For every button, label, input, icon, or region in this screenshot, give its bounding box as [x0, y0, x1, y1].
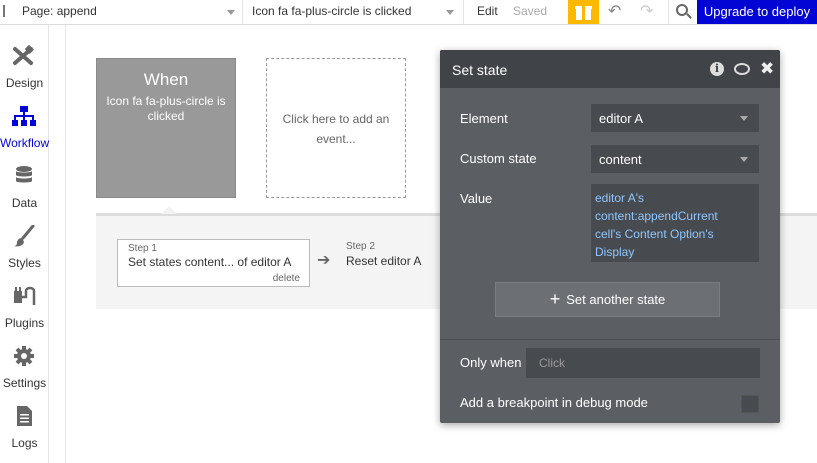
step-number: Step 1	[128, 243, 157, 254]
only-when-input[interactable]: Click	[526, 348, 760, 378]
sidebar-item-data[interactable]: Data	[0, 153, 49, 213]
arrow-right-icon: ➔	[317, 252, 331, 269]
page-selector[interactable]: Page: append	[0, 0, 243, 24]
breakpoint-label: Add a breakpoint in debug mode	[460, 395, 648, 410]
event-card[interactable]: When Icon fa fa-plus-circle is clicked	[96, 58, 236, 198]
sidebar-item-workflow[interactable]: Workflow	[0, 93, 49, 153]
sidebar-item-label: Plugins	[4, 316, 45, 330]
only-when-placeholder: Click	[539, 356, 565, 370]
value-expression-line: cell's Content Option's	[595, 227, 714, 241]
custom-state-dropdown[interactable]: content	[591, 145, 759, 173]
chevron-down-icon	[227, 10, 235, 15]
value-expression-line: content:appendCurrent	[595, 209, 718, 223]
chevron-down-icon	[740, 116, 748, 121]
logs-icon	[17, 406, 32, 426]
sidebar-item-label: Design	[5, 76, 44, 90]
undo-icon[interactable]: ↶	[608, 4, 624, 20]
page-list-icon	[3, 5, 13, 17]
chevron-down-icon	[446, 10, 454, 15]
search-icon-handle	[686, 13, 692, 19]
element-dropdown-value: editor A	[599, 111, 644, 126]
panel-title: Set state	[452, 62, 508, 78]
value-expression-field[interactable]: editor A's content:appendCurrent cell's …	[591, 184, 759, 262]
search-button[interactable]	[668, 0, 697, 24]
panel-header: Set state i ✖	[440, 50, 780, 88]
sidebar-item-logs[interactable]: Logs	[0, 393, 49, 453]
sidebar-item-label: Workflow	[0, 136, 50, 150]
custom-state-label: Custom state	[460, 151, 537, 166]
page-selector-label: Page: append	[22, 4, 97, 18]
step-number: Step 2	[346, 241, 375, 252]
info-icon[interactable]: i	[710, 62, 724, 76]
edit-menu[interactable]: Edit	[477, 4, 498, 18]
event-card-description: Icon fa fa-plus-circle is clicked	[106, 94, 226, 123]
step-title: Set states content... of editor A	[128, 255, 292, 269]
design-icon	[13, 45, 34, 65]
event-selector[interactable]: Icon fa fa-plus-circle is clicked	[243, 0, 464, 24]
redo-icon[interactable]: ↷	[640, 4, 656, 20]
value-label: Value	[460, 191, 493, 206]
left-sidebar: Design Workflow Data Styles Plugins Sett…	[0, 25, 49, 463]
set-state-panel: Set state i ✖ Element editor A Custom st…	[440, 50, 780, 423]
event-selector-label: Icon fa fa-plus-circle is clicked	[252, 4, 412, 18]
step-title: Reset editor A	[346, 254, 422, 268]
sidebar-item-label: Logs	[11, 436, 38, 450]
data-icon	[16, 166, 32, 183]
sidebar-item-label: Styles	[8, 256, 41, 270]
sidebar-item-settings[interactable]: Settings	[0, 333, 49, 393]
value-expression-line: Display	[595, 245, 635, 259]
styles-icon	[14, 225, 35, 247]
upgrade-button[interactable]: Upgrade to deploy	[697, 0, 817, 24]
sidebar-item-styles[interactable]: Styles	[0, 213, 49, 273]
plus-icon: +	[549, 289, 561, 309]
breakpoint-checkbox[interactable]	[741, 395, 759, 413]
chevron-down-icon	[740, 157, 748, 162]
custom-state-dropdown-value: content	[599, 152, 642, 167]
event-pointer	[161, 206, 177, 214]
sidebar-item-design[interactable]: Design	[0, 33, 49, 93]
add-event-placeholder[interactable]: Click here to add an event...	[266, 58, 406, 198]
panel-divider	[440, 339, 780, 340]
step-delete-link[interactable]: delete	[273, 273, 300, 284]
save-status: Saved	[513, 4, 548, 18]
step-card-2[interactable]: Step 2 Reset editor A	[346, 241, 421, 268]
sidebar-item-label: Data	[11, 196, 38, 210]
set-another-state-label: Set another state	[566, 292, 666, 307]
element-label: Element	[460, 111, 508, 126]
settings-icon	[14, 346, 34, 366]
comment-icon[interactable]	[734, 63, 750, 75]
close-icon[interactable]: ✖	[760, 59, 774, 79]
only-when-label: Only when	[460, 355, 522, 370]
canvas-guide-line	[65, 25, 66, 463]
top-bar: Page: append Icon fa fa-plus-circle is c…	[0, 0, 817, 25]
gift-button[interactable]	[568, 0, 599, 24]
element-dropdown[interactable]: editor A	[591, 104, 759, 132]
event-card-title: When	[143, 70, 189, 89]
set-another-state-button[interactable]: + Set another state	[495, 282, 720, 317]
plugins-icon	[14, 286, 36, 305]
gift-icon-ribbon	[582, 4, 585, 20]
value-expression-line: editor A's	[595, 191, 644, 205]
step-card-1[interactable]: Step 1 Set states content... of editor A…	[117, 239, 310, 287]
sidebar-item-label: Settings	[2, 376, 47, 390]
sidebar-item-plugins[interactable]: Plugins	[0, 273, 49, 333]
workflow-icon	[12, 106, 36, 126]
